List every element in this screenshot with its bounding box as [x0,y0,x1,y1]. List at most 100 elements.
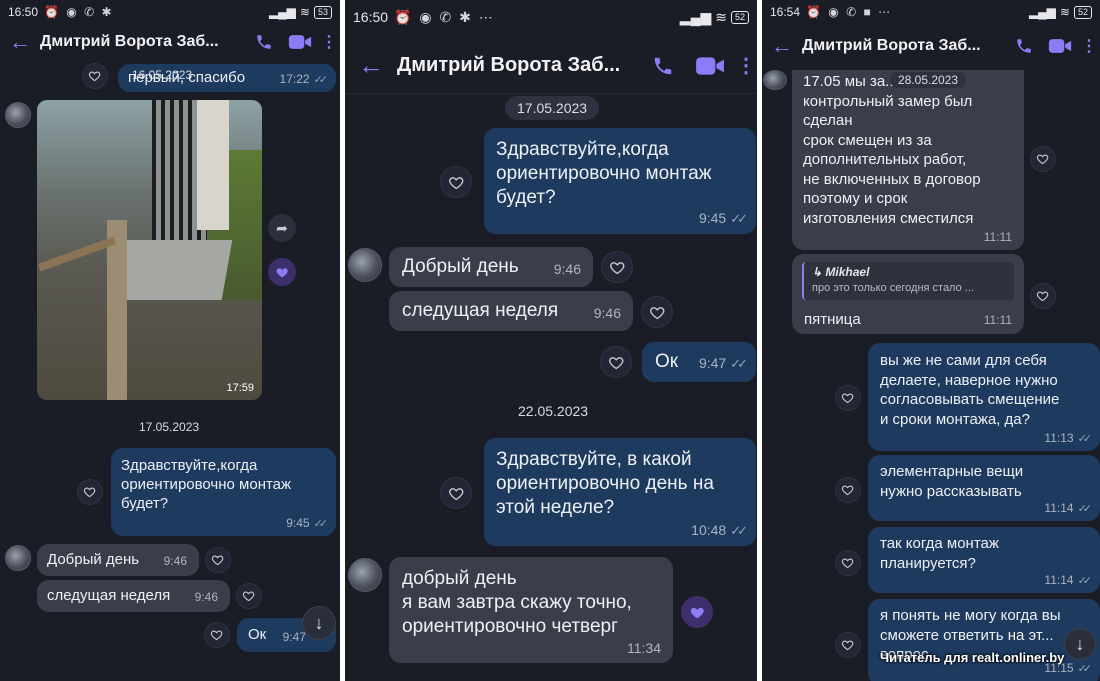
message-bubble-in[interactable]: Добрый день 9:46 [389,247,593,287]
message-bubble-out[interactable]: Ок 9:47 ✓✓ [642,342,756,382]
status-time: 16:50 [8,5,39,19]
heart-icon[interactable] [835,477,861,503]
message-bubble-out[interactable]: элементарные вещи нужно рассказывать 11:… [868,455,1100,521]
message-text: Ок [655,351,679,372]
message-text: следущая неделя [47,587,171,604]
message-bubble-out[interactable]: так когда монтаж планируется? 11:14 ✓✓ [868,527,1100,593]
heart-icon[interactable] [205,547,231,573]
phone-icon[interactable] [246,33,282,51]
heart-icon[interactable] [1030,146,1056,172]
message-time: 9:46 [553,261,581,277]
battery-icon: 52 [730,10,749,24]
heart-icon[interactable] [601,251,633,283]
chat-screenshot-1: 16:50 ⏰ ◉ ✆ ✱ ▂▄▆ ≋ 53 ← Дмитрий Ворота … [0,0,340,681]
wifi-icon: ≋ [1059,5,1070,19]
message-bubble-in[interactable]: Добрый день 9:46 [37,544,199,576]
message-text: Здравствуйте,когда ориентировочно монтаж… [121,457,292,512]
avatar[interactable] [348,248,382,282]
heart-icon[interactable] [641,296,673,328]
message-text: Добрый день [402,256,519,277]
date-separator: 22.05.2023 [518,403,589,419]
video-call-icon[interactable] [1042,37,1078,55]
message-text: Здравствуйте, в какой ориентировочно ден… [496,449,714,518]
back-arrow-icon[interactable]: ← [0,29,40,55]
message-text: Ок [248,626,267,643]
heart-icon[interactable] [835,550,861,576]
photo-board [38,236,116,272]
back-arrow-icon[interactable]: ← [762,33,802,59]
signal-icon: ▂▄▆ [1028,5,1056,19]
message-bubble-out[interactable]: Здравствуйте, в какой ориентировочно ден… [484,438,756,546]
chat-screenshot-2: 16:50 ⏰ ◉ ✆ ✱ ⋯ ▂▄▆ ≋ 52 ← Дмитрий Ворот… [345,0,757,681]
more-options-icon[interactable]: ⋮ [735,53,757,78]
signal-icon: ▂▄▆ [268,5,296,19]
more-options-icon[interactable]: ⋮ [318,32,340,52]
message-time: 11:11 [983,313,1012,327]
message-bubble-in[interactable]: следущая неделя 9:46 [389,291,633,331]
message-bubble-out[interactable]: Здравствуйте,когда ориентировочно монтаж… [111,448,336,536]
heart-icon[interactable] [835,632,861,658]
message-time: 10:48 ✓✓ [691,522,748,538]
video-call-icon[interactable] [282,33,318,51]
chat-title[interactable]: Дмитрий Ворота Заб... [802,37,1006,55]
photo-message[interactable]: 17:59 [37,100,262,400]
heart-filled-icon[interactable] [681,596,713,628]
status-time: 16:50 [353,9,389,25]
message-time: 11:34 [627,640,661,656]
heart-icon[interactable] [82,63,108,89]
message-bubble-in[interactable]: следущая неделя 9:46 [37,580,230,612]
heart-icon[interactable] [77,479,103,505]
status-right: ▂▄▆ ≋ 52 [680,9,749,26]
message-bubble-out[interactable]: вы же не сами для себя делаете, наверное… [868,343,1100,451]
heart-icon[interactable] [600,346,632,378]
message-time: 9:47 [282,630,306,644]
chat-header: ← Дмитрий Ворота Заб... ⋮ [0,24,340,60]
message-time: 9:46 [163,554,187,568]
video-call-icon[interactable] [685,55,735,77]
avatar[interactable] [5,102,31,128]
avatar[interactable] [5,545,31,571]
heart-icon[interactable] [440,166,472,198]
date-separator: 17.05.2023 [505,96,600,120]
wifi-icon: ≋ [299,5,310,19]
share-icon[interactable]: ➦ [268,214,296,242]
more-options-icon[interactable]: ⋮ [1078,36,1100,56]
message-bubble-in[interactable]: добрый день я вам завтра скажу точно, ор… [389,557,673,663]
scroll-down-icon[interactable]: ↓ [1064,628,1096,660]
heart-icon[interactable] [1030,283,1056,309]
message-time: 9:46 [194,590,218,604]
watermark: Читатель для realt.onliner.by [880,650,1065,665]
message-time: 11:14 ✓✓ [1044,573,1092,587]
message-text: Здравствуйте,когда ориентировочно монтаж… [496,139,712,208]
heart-icon[interactable] [440,477,472,509]
status-bar: 16:50 ⏰ ◉ ✆ ✱ ▂▄▆ ≋ 53 [0,0,340,24]
message-text: пятница [804,311,861,328]
heart-icon[interactable] [835,385,861,411]
status-bar: 16:50 ⏰ ◉ ✆ ✱ ⋯ ▂▄▆ ≋ 52 [345,0,757,34]
date-separator: 17.05.2023 [139,420,200,434]
chat-title[interactable]: Дмитрий Ворота Заб... [40,33,246,51]
message-bubble-in[interactable]: 17.05 мы за... контрольный замер был сде… [792,70,1024,250]
message-time: 11:11 [983,230,1012,244]
quoted-message[interactable]: ↳ Mikhael про это только сегодня стало .… [802,262,1014,300]
back-arrow-icon[interactable]: ← [345,50,397,81]
heart-icon[interactable] [204,622,230,648]
reply-quote: про это только сегодня стало ... [812,282,974,294]
scroll-down-icon[interactable]: ↓ [302,606,336,640]
heart-icon[interactable] [236,583,262,609]
chat-title[interactable]: Дмитрий Ворота Заб... [397,54,641,77]
phone-icon[interactable] [641,55,685,77]
message-text: вы же не сами для себя делаете, наверное… [880,352,1060,428]
avatar[interactable] [763,70,787,90]
heart-filled-icon[interactable] [268,258,296,286]
wifi-icon: ≋ [715,8,727,25]
date-separator: 16.05.2023 [132,68,193,82]
message-bubble-out[interactable]: Здравствуйте,когда ориентировочно монтаж… [484,128,756,234]
message-text: 17.05 мы за... контрольный замер был сде… [803,73,981,227]
phone-icon[interactable] [1006,37,1042,55]
reply-message-bubble[interactable]: ↳ Mikhael про это только сегодня стало .… [792,254,1024,334]
battery-icon: 53 [313,5,332,19]
avatar[interactable] [348,558,382,592]
photo-pillar [197,100,229,230]
message-time: 9:45 ✓✓ [698,210,748,226]
